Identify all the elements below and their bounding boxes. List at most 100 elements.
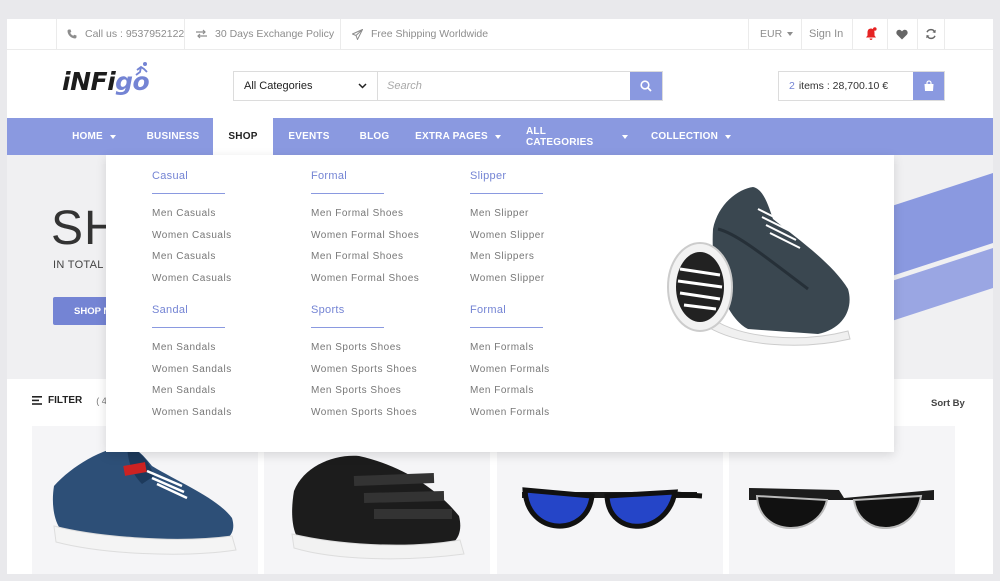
- menu-column-title[interactable]: Sandal: [152, 304, 302, 316]
- category-select-label: All Categories: [244, 80, 313, 92]
- menu-link[interactable]: Women Slipper: [470, 229, 620, 251]
- exchange-info: 30 Days Exchange Policy: [196, 19, 334, 49]
- underline: [152, 193, 225, 194]
- menu-link[interactable]: Men Casuals: [152, 207, 302, 229]
- divider: [748, 19, 749, 49]
- menu-column-slipper: Slipper Men Slipper Women Slipper Men Sl…: [470, 170, 620, 293]
- notification-button[interactable]: [865, 19, 877, 49]
- menu-link[interactable]: Women Formal Shoes: [311, 272, 461, 294]
- divider: [56, 19, 57, 49]
- menu-link[interactable]: Men Slippers: [470, 250, 620, 272]
- logo-text-primary: iNFi: [62, 66, 116, 96]
- filter-lines-icon: [32, 396, 42, 405]
- filter-toggle[interactable]: FILTER ( 49: [32, 395, 112, 406]
- menu-link[interactable]: Women Sandals: [152, 406, 302, 428]
- menu-link[interactable]: Men Sandals: [152, 384, 302, 406]
- nav-item-business[interactable]: BUSINESS: [139, 118, 207, 155]
- search-input[interactable]: [378, 72, 630, 100]
- menu-link[interactable]: Women Casuals: [152, 229, 302, 251]
- wishlist-button[interactable]: [896, 19, 908, 49]
- nav-item-extra-pages[interactable]: EXTRA PAGES: [415, 118, 501, 155]
- runner-icon: [135, 62, 148, 76]
- currency-select[interactable]: EUR: [760, 19, 794, 49]
- divider: [852, 19, 853, 49]
- compare-button[interactable]: [925, 19, 937, 49]
- menu-column-title[interactable]: Formal: [470, 304, 620, 316]
- menu-link[interactable]: Women Formals: [470, 406, 620, 428]
- menu-featured-shoe-image: [667, 187, 851, 346]
- menu-link[interactable]: Women Formal Shoes: [311, 229, 461, 251]
- chevron-down-icon: [622, 134, 628, 139]
- menu-link[interactable]: Men Formal Shoes: [311, 207, 461, 229]
- nav-item-events[interactable]: EVENTS: [283, 118, 335, 155]
- menu-link[interactable]: Women Sports Shoes: [311, 406, 461, 428]
- filter-label: FILTER: [48, 395, 83, 406]
- chevron-down-icon: [787, 32, 794, 36]
- nav-item-blog[interactable]: BLOG: [352, 118, 397, 155]
- divider: [340, 19, 341, 49]
- menu-link[interactable]: Men Formals: [470, 384, 620, 406]
- menu-link[interactable]: Men Sports Shoes: [311, 384, 461, 406]
- bell-icon: [866, 27, 877, 40]
- menu-column-title[interactable]: Formal: [311, 170, 461, 182]
- nav-label: EXTRA PAGES: [415, 131, 488, 142]
- nav-item-all-categories[interactable]: ALL CATEGORIES: [526, 118, 628, 155]
- underline: [152, 327, 225, 328]
- menu-column-title[interactable]: Slipper: [470, 170, 620, 182]
- underline: [470, 193, 543, 194]
- menu-column-title[interactable]: Casual: [152, 170, 302, 182]
- category-select[interactable]: All Categories: [234, 72, 378, 100]
- menu-link[interactable]: Women Casuals: [152, 272, 302, 294]
- cart-total: items : 28,700.10 €: [798, 80, 889, 92]
- menu-link[interactable]: Men Sandals: [152, 341, 302, 363]
- nav-item-collection[interactable]: COLLECTION: [648, 118, 734, 155]
- exchange-text: 30 Days Exchange Policy: [215, 28, 335, 40]
- chevron-down-icon: [109, 134, 116, 139]
- currency-label: EUR: [760, 28, 783, 40]
- menu-link[interactable]: Men Slipper: [470, 207, 620, 229]
- nav-label: ALL CATEGORIES: [526, 125, 594, 148]
- refresh-icon: [926, 28, 936, 40]
- cart-button[interactable]: [913, 72, 944, 100]
- search-bar: All Categories: [233, 71, 663, 101]
- sign-in-link[interactable]: Sign In: [809, 19, 843, 49]
- underline: [470, 327, 543, 328]
- top-bar: Call us : 9537952122 30 Days Exchange Po…: [7, 19, 993, 50]
- sort-by-label[interactable]: Sort By: [931, 398, 965, 409]
- divider: [887, 19, 888, 49]
- menu-link[interactable]: Women Slipper: [470, 272, 620, 294]
- menu-column-title[interactable]: Sports: [311, 304, 461, 316]
- menu-column-formal: Formal Men Formal Shoes Women Formal Sho…: [311, 170, 461, 293]
- menu-link[interactable]: Men Sports Shoes: [311, 341, 461, 363]
- paper-plane-icon: [352, 28, 363, 40]
- exchange-icon: [196, 29, 207, 39]
- site-logo[interactable]: iNFigo: [62, 62, 150, 99]
- menu-column-casual: Casual Men Casuals Women Casuals Men Cas…: [152, 170, 302, 293]
- menu-column-formal-2: Formal Men Formals Women Formals Men For…: [470, 304, 620, 427]
- page-frame: Call us : 9537952122 30 Days Exchange Po…: [7, 19, 993, 574]
- phone-text: Call us : 9537952122: [85, 28, 185, 40]
- shopping-bag-icon: [924, 80, 933, 91]
- menu-link[interactable]: Men Formal Shoes: [311, 250, 461, 272]
- cart-widget[interactable]: 2 items : 28,700.10 €: [778, 71, 945, 101]
- menu-link[interactable]: Women Sandals: [152, 363, 302, 385]
- nav-label: SHOP: [228, 131, 258, 142]
- nav-item-home[interactable]: HOME: [63, 118, 125, 155]
- phone-info: Call us : 9537952122: [67, 19, 184, 49]
- nav-label: BUSINESS: [146, 131, 200, 142]
- shop-mega-menu: Casual Men Casuals Women Casuals Men Cas…: [106, 155, 894, 452]
- nav-item-shop[interactable]: SHOP: [213, 118, 273, 155]
- search-button[interactable]: [630, 72, 662, 100]
- nav-label: EVENTS: [288, 131, 330, 142]
- nav-label: HOME: [72, 131, 103, 142]
- main-nav: HOME BUSINESS SHOP EVENTS BLOG EXTRA PAG…: [7, 118, 993, 155]
- menu-link[interactable]: Men Formals: [470, 341, 620, 363]
- menu-link[interactable]: Women Formals: [470, 363, 620, 385]
- menu-column-sandal: Sandal Men Sandals Women Sandals Men San…: [152, 304, 302, 427]
- menu-link[interactable]: Men Casuals: [152, 250, 302, 272]
- menu-link[interactable]: Women Sports Shoes: [311, 363, 461, 385]
- chevron-down-icon: [494, 134, 501, 139]
- cart-summary: 2 items : 28,700.10 €: [779, 72, 913, 100]
- shop-now-label: SHOP N: [74, 305, 111, 317]
- heart-icon: [896, 29, 908, 39]
